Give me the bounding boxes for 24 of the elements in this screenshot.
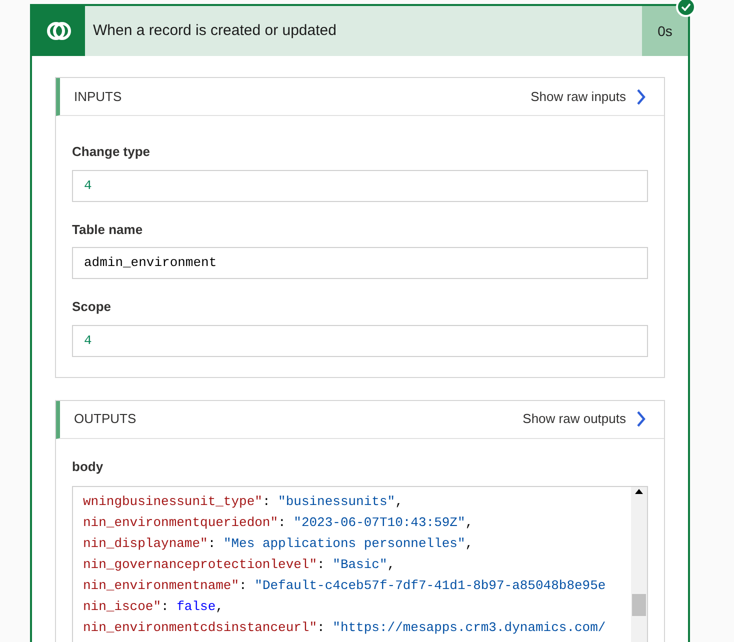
field-label: body (72, 458, 104, 476)
code-line: nin_environmentcdsinstanceurl": "https://mesapps.crm3.dynamics.com/ (83, 619, 607, 637)
section-title: INPUTS (74, 88, 122, 106)
chevron-right-icon (636, 411, 646, 427)
vertical-scrollbar[interactable] (631, 487, 647, 642)
value-field: 4 (72, 324, 648, 356)
field-label: Scope (72, 298, 112, 316)
section-title: OUTPUTS (74, 410, 136, 428)
code-line: nin_iscoe": false, (83, 598, 224, 616)
field-label: Table name (72, 220, 144, 238)
code-line: nin_environmentqueriedon": "2023-06-07T10:43:59Z", (83, 514, 474, 532)
trigger-header[interactable]: When a record is created or updated 0s (32, 6, 688, 56)
value-field: 4 (72, 170, 648, 202)
show-raw-link[interactable]: Show raw outputs (522, 409, 646, 429)
duration-label: 0s (642, 6, 688, 56)
code-line: nin_displayname": "Mes applications personnelles", (83, 535, 474, 553)
trigger-title: When a record is created or updated (93, 20, 336, 41)
field-label: Change type (72, 143, 152, 161)
code-line: nin_environmentname": "Default-c4ceb57f-7df7-41d1-8b97-a85048b8e95e (83, 577, 607, 595)
chevron-right-icon (636, 88, 646, 104)
show-raw-link[interactable]: Show raw inputs (530, 86, 646, 106)
code-line: wningbusinessunit_type": "businessunits", (83, 493, 404, 511)
value-field: admin_environment (72, 247, 648, 279)
code-line: nin_governanceprotectionlevel": "Basic", (83, 556, 396, 574)
